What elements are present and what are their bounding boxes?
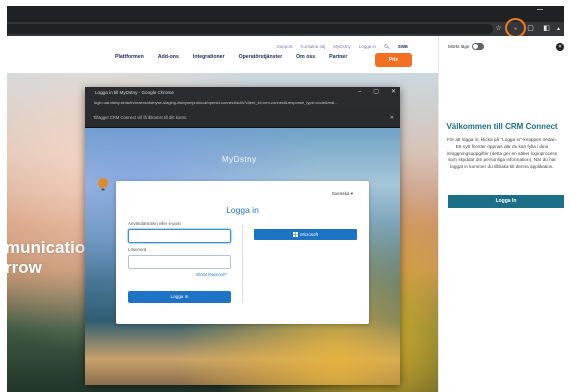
microsoft-login-button[interactable]: Microsoft xyxy=(254,229,357,240)
panel-description: För att logga in, klicka på "Logga in"-k… xyxy=(446,137,558,170)
login-title: Logga in xyxy=(226,205,259,215)
bookmark-icon[interactable]: ▢ xyxy=(526,24,535,34)
nav-partner[interactable]: Partner xyxy=(329,54,347,60)
login-divider xyxy=(242,225,243,303)
panel-title: Välkommen till CRM Connect xyxy=(446,122,558,131)
nav-about[interactable]: Om oss xyxy=(296,54,315,60)
nav-operator-services[interactable]: Operatörstjänster xyxy=(239,54,283,60)
address-bar[interactable] xyxy=(7,24,493,34)
popup-url-bar[interactable]: login.uat.dstny.se/auth/realms/dstnyse-s… xyxy=(85,98,400,108)
dark-mode-label: Mörkt läge xyxy=(448,44,470,49)
util-link-mydstny[interactable]: MyDstny xyxy=(333,44,351,50)
window-minimize-icon[interactable] xyxy=(537,9,543,10)
forgot-password-link[interactable]: Glömt lösenord? xyxy=(196,272,227,277)
hero-headline: munication rrow xyxy=(7,238,96,277)
extension-highlight-circle xyxy=(505,18,526,38)
popup-maximize-icon[interactable]: ▢ xyxy=(373,87,379,98)
login-card: Svenska ▾ Logga in Användarnamn eller e-… xyxy=(116,181,369,324)
info-close-icon[interactable]: ✕ xyxy=(390,108,394,128)
main-nav: Plattformen Add-ons Integrationer Operat… xyxy=(115,54,347,60)
password-label: Lösenord xyxy=(128,247,147,252)
crm-connect-side-panel: Mörkt läge ✕ Välkommen till CRM Connect … xyxy=(438,36,564,392)
popup-info-text: Tillägget CRM Connect vill få åtkomst ti… xyxy=(93,115,188,120)
nav-integrations[interactable]: Integrationer xyxy=(193,54,225,60)
dark-mode-toggle[interactable] xyxy=(472,43,484,50)
windows-icon xyxy=(293,232,299,237)
panel-close-icon[interactable]: ✕ xyxy=(556,43,564,51)
username-label: Användarnamn eller e-post xyxy=(128,221,181,226)
mydstny-brand: MyDstny xyxy=(222,155,257,164)
popup-title-bar: Logga in till MyDstny - Google Chrome – … xyxy=(85,87,400,98)
nav-addons[interactable]: Add-ons xyxy=(158,54,179,60)
search-icon[interactable]: 🔍︎ xyxy=(384,44,390,50)
price-button[interactable]: Pris xyxy=(375,53,412,67)
star-icon[interactable]: ☆ xyxy=(494,24,503,34)
sidepanel-icon[interactable]: ◧ xyxy=(542,24,551,34)
login-button[interactable]: Logga In xyxy=(128,291,231,303)
util-link-login[interactable]: Logga in xyxy=(359,44,376,50)
util-link-support[interactable]: Support xyxy=(277,44,293,50)
panel-login-button[interactable]: Logga In xyxy=(448,195,564,208)
popup-window-controls: – ▢ ✕ xyxy=(358,87,396,98)
username-input[interactable] xyxy=(128,229,231,243)
util-link-contact[interactable]: Kontakta säj xyxy=(300,44,325,50)
popup-info-bar: Tillägget CRM Connect vill få åtkomst ti… xyxy=(85,108,400,128)
password-input[interactable] xyxy=(128,255,231,269)
utility-nav: Support Kontakta säj MyDstny Logga in 🔍︎… xyxy=(277,44,408,50)
popup-minimize-icon[interactable]: – xyxy=(358,87,361,98)
browser-tab-strip xyxy=(7,6,564,22)
popup-close-icon[interactable]: ✕ xyxy=(391,87,396,98)
balloon-icon xyxy=(98,178,108,191)
microsoft-button-label: Microsoft xyxy=(300,232,318,237)
popup-title: Logga in till MyDstny - Google Chrome xyxy=(95,90,174,95)
language-selector[interactable]: SWE xyxy=(398,44,408,50)
language-select[interactable]: Svenska ▾ xyxy=(332,191,353,197)
profile-icon[interactable]: ▲ xyxy=(554,24,563,34)
nav-platform[interactable]: Plattformen xyxy=(115,54,144,60)
